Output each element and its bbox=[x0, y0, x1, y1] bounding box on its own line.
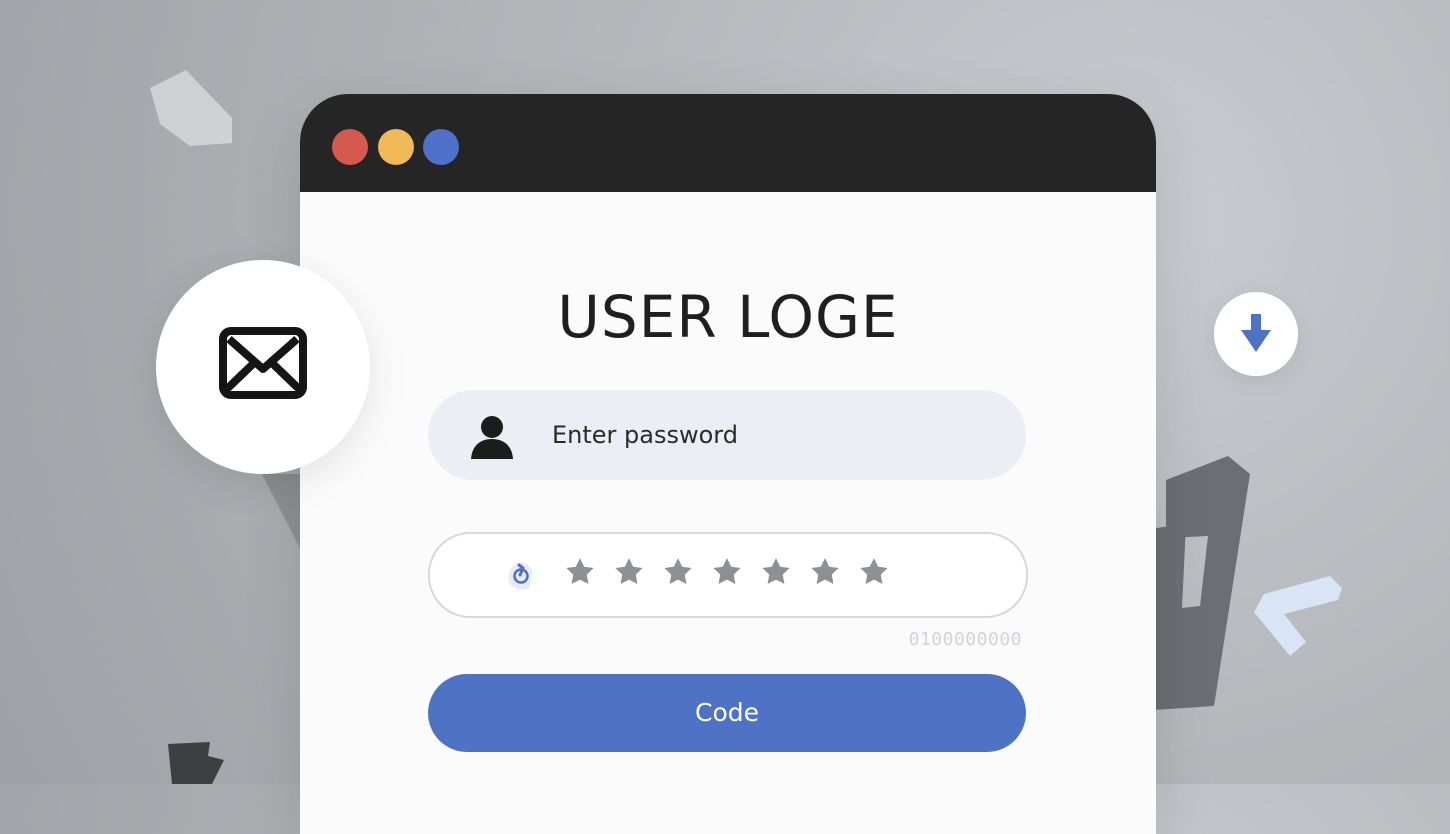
password-mask-star bbox=[762, 558, 790, 584]
username-placeholder: Enter password bbox=[552, 421, 738, 449]
password-mask-star bbox=[615, 558, 643, 584]
code-button[interactable]: Code bbox=[428, 674, 1026, 752]
helper-code-text: 0100000000 bbox=[908, 629, 1022, 650]
window-maximize-button[interactable] bbox=[423, 129, 459, 165]
window-titlebar bbox=[300, 94, 1156, 192]
background-shape-top-left bbox=[150, 70, 232, 146]
password-mask-star bbox=[860, 558, 888, 584]
background-shape-bottom-left bbox=[168, 742, 224, 784]
mail-badge bbox=[156, 260, 370, 474]
username-field[interactable]: Enter password bbox=[428, 390, 1026, 480]
background-shape-right bbox=[1154, 456, 1250, 710]
password-mask-star bbox=[713, 558, 741, 584]
window-close-button[interactable] bbox=[332, 129, 368, 165]
background-shape-right-small bbox=[1254, 576, 1342, 656]
password-mask bbox=[563, 552, 891, 592]
arrow-down-icon bbox=[1241, 314, 1271, 352]
lock-icon bbox=[508, 562, 533, 590]
window-minimize-button[interactable] bbox=[378, 129, 414, 165]
user-icon bbox=[471, 416, 513, 459]
page-title: USER LOGE bbox=[557, 283, 899, 351]
password-mask-star bbox=[811, 558, 839, 584]
password-mask-star bbox=[664, 558, 692, 584]
login-window: USER LOGE Enter password 0100000000 Code bbox=[300, 94, 1156, 834]
password-field[interactable] bbox=[428, 532, 1028, 618]
mail-icon bbox=[219, 327, 307, 399]
download-badge[interactable] bbox=[1214, 292, 1298, 376]
password-mask-star bbox=[566, 558, 594, 584]
